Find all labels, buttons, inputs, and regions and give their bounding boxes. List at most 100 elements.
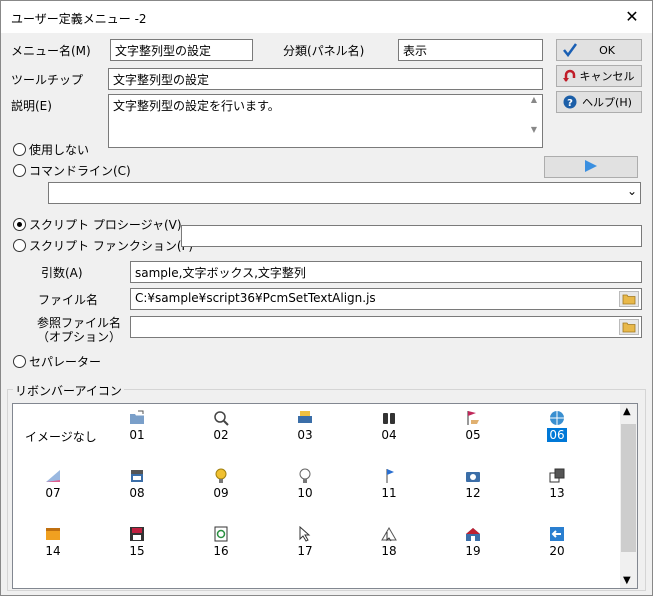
camera-icon xyxy=(466,472,480,482)
folder-icon xyxy=(622,322,636,333)
radio-script-function-circle[interactable] xyxy=(13,239,26,252)
ok-button[interactable]: OK xyxy=(556,39,642,61)
browse-ref-folder-button[interactable] xyxy=(619,319,639,335)
copy-windows-icon xyxy=(549,468,565,483)
ribbon-icon-14[interactable]: 14 xyxy=(23,522,83,578)
command-line-dropdown[interactable]: ⌄ xyxy=(48,182,641,204)
radio-command-line-label: コマンドライン(C) xyxy=(29,164,131,178)
description-textarea[interactable]: 文字整列型の設定を行います。 ▲ ▼ xyxy=(108,94,543,148)
cancel-label: キャンセル xyxy=(579,70,635,83)
ribbon-icon-17[interactable]: 17 xyxy=(275,522,335,578)
ribbon-icon-number: 01 xyxy=(129,428,145,442)
printer-box-icon xyxy=(131,470,143,482)
ribbon-icon-11[interactable]: 11 xyxy=(359,464,419,520)
move-cursor-icon xyxy=(381,527,397,542)
radio-script-procedure-circle[interactable] xyxy=(13,218,26,231)
ribbon-icon-13[interactable]: 13 xyxy=(527,464,587,520)
ribbon-icon-number: 11 xyxy=(381,486,397,500)
run-button[interactable] xyxy=(544,156,638,178)
ribbon-icon-number: 08 xyxy=(129,486,145,500)
window-icon xyxy=(46,528,60,540)
script-function-input[interactable] xyxy=(181,225,642,247)
ribbon-icon-02[interactable]: 02 xyxy=(191,406,251,462)
ribbon-icon-08[interactable]: 08 xyxy=(107,464,167,520)
ribbon-icon-18[interactable]: 18 xyxy=(359,522,419,578)
radio-script-procedure-label: スクリプト プロシージャ(V) xyxy=(29,218,182,232)
category-input[interactable]: 表示 xyxy=(398,39,543,61)
undo-arrow-icon xyxy=(561,68,579,84)
description-text: 文字整列型の設定を行います。 xyxy=(113,99,280,113)
gradient-icon xyxy=(46,470,60,482)
tooltip-input[interactable]: 文字整列型の設定 xyxy=(108,68,543,90)
ribbon-icon-09[interactable]: 09 xyxy=(191,464,251,520)
radio-none[interactable]: 使用しない xyxy=(13,141,89,158)
no-image-option[interactable]: イメージなし xyxy=(25,428,97,445)
cursor-icon xyxy=(299,526,311,542)
ribbon-icon-05[interactable]: 05 xyxy=(443,406,503,462)
scroll-thumb[interactable] xyxy=(621,424,636,552)
back-arrow-icon xyxy=(550,527,564,541)
ribbon-icon-number: 13 xyxy=(549,486,565,500)
ribbon-icon-number: 15 xyxy=(129,544,145,558)
grid-scrollbar[interactable]: ▲ ▼ xyxy=(620,404,637,588)
lightbulb-off-icon xyxy=(299,468,311,483)
ribbon-group-label: リボンバーアイコン xyxy=(13,382,124,399)
ribbon-icon-number: 17 xyxy=(297,544,313,558)
ribbon-icon-number: 03 xyxy=(297,428,313,442)
scroll-up-icon[interactable]: ▲ xyxy=(623,406,631,417)
description-scrollbar[interactable]: ▲ ▼ xyxy=(526,95,542,147)
scroll-down-icon[interactable]: ▼ xyxy=(623,575,631,586)
ribbon-icon-number: 20 xyxy=(549,544,565,558)
radio-none-circle[interactable] xyxy=(13,143,26,156)
ref-file-input[interactable] xyxy=(130,316,642,338)
ribbon-icon-number: 02 xyxy=(213,428,229,442)
ribbon-icon-03[interactable]: 03 xyxy=(275,406,335,462)
file-input[interactable]: C:¥sample¥script36¥PcmSetTextAlign.js xyxy=(130,288,642,310)
ribbon-icon-04[interactable]: 04 xyxy=(359,406,419,462)
radio-separator-label: セパレーター xyxy=(29,355,102,369)
radio-script-procedure[interactable]: スクリプト プロシージャ(V) xyxy=(13,216,182,233)
lightbulb-on-icon xyxy=(215,468,227,483)
radio-separator[interactable]: セパレーター xyxy=(13,353,101,370)
ribbon-icon-grid[interactable]: イメージなし 01 02 03 04 05 06 07 08 09 10 11 12 13 14 15 16 1… xyxy=(12,403,638,589)
close-icon[interactable]: ✕ xyxy=(622,7,642,27)
ribbon-icon-15[interactable]: 15 xyxy=(107,522,167,578)
svg-text:?: ? xyxy=(567,98,573,109)
ribbon-icon-06[interactable]: 06 xyxy=(527,406,587,462)
menu-name-input[interactable]: 文字整列型の設定 xyxy=(110,39,253,61)
ribbon-icon-10[interactable]: 10 xyxy=(275,464,335,520)
ribbon-icon-number: 04 xyxy=(381,428,397,442)
args-input[interactable]: sample,文字ボックス,文字整列 xyxy=(130,261,642,283)
radio-command-line[interactable]: コマンドライン(C) xyxy=(13,162,131,179)
window-title: ユーザー定義メニュー -2 xyxy=(11,12,147,26)
menu-name-label: メニュー名(M) xyxy=(11,44,91,58)
radio-separator-circle[interactable] xyxy=(13,355,26,368)
floppy-icon xyxy=(130,527,144,541)
ribbon-icon-12[interactable]: 12 xyxy=(443,464,503,520)
ribbon-icon-number: 19 xyxy=(465,544,481,558)
help-icon: ? xyxy=(561,94,579,110)
ribbon-icon-16[interactable]: 16 xyxy=(191,522,251,578)
help-button[interactable]: ? ヘルプ(H) xyxy=(556,91,642,113)
ribbon-icon-number: 10 xyxy=(297,486,313,500)
radio-script-function[interactable]: スクリプト ファンクション(F) xyxy=(13,237,193,254)
home-icon xyxy=(466,528,480,541)
dialog-window: ユーザー定義メニュー -2 ✕ メニュー名(M) 文字整列型の設定 分類(パネル… xyxy=(0,0,653,596)
ref-file-option-label: （オプション） xyxy=(37,330,122,344)
file-path-text: C:¥sample¥script36¥PcmSetTextAlign.js xyxy=(135,291,376,305)
ribbon-icon-19[interactable]: 19 xyxy=(443,522,503,578)
chevron-down-icon[interactable]: ⌄ xyxy=(627,184,637,198)
play-icon xyxy=(583,159,599,176)
radio-command-line-circle[interactable] xyxy=(13,164,26,177)
ribbon-icon-20[interactable]: 20 xyxy=(527,522,587,578)
category-label: 分類(パネル名) xyxy=(283,44,365,58)
binoculars-icon xyxy=(383,413,395,424)
ribbon-icon-number: 09 xyxy=(213,486,229,500)
ribbon-icon-number: 06 xyxy=(547,428,567,442)
ribbon-icon-01[interactable]: 01 xyxy=(107,406,167,462)
browse-folder-button[interactable] xyxy=(619,291,639,307)
radio-none-label: 使用しない xyxy=(29,143,90,157)
title-bar: ユーザー定義メニュー -2 ✕ xyxy=(1,1,652,33)
cancel-button[interactable]: キャンセル xyxy=(556,65,642,87)
ribbon-icon-07[interactable]: 07 xyxy=(23,464,83,520)
